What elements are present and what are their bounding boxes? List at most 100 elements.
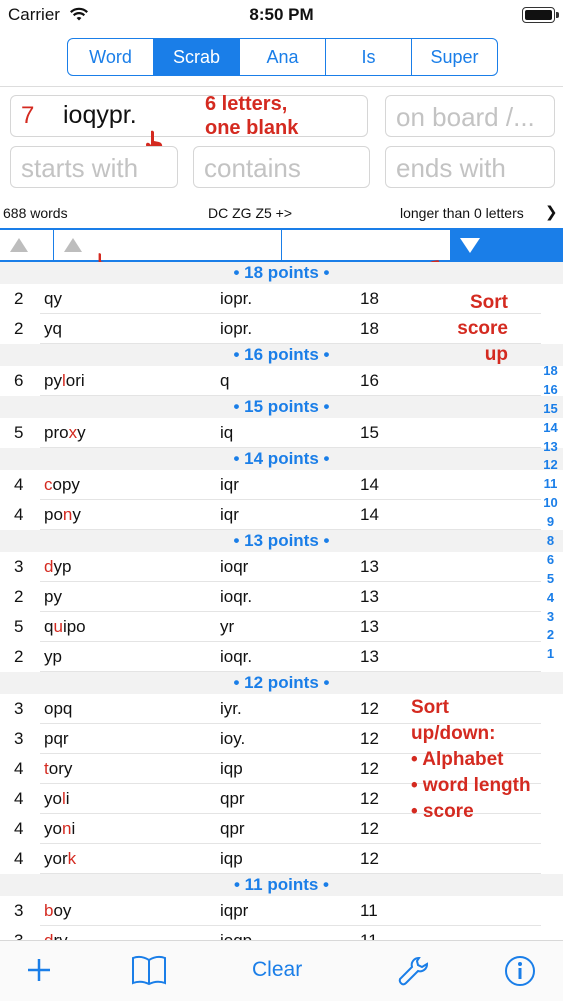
word: yoni <box>44 819 75 839</box>
score: 14 <box>360 505 379 524</box>
score: 18 <box>360 319 379 338</box>
sort-down-icon <box>460 238 480 253</box>
word: pony <box>44 505 81 525</box>
blanks-count: 3 <box>14 699 24 718</box>
section-index[interactable]: 18 16 15 14 13 12 11 10 9 8 6 5 4 3 2 1 <box>538 362 563 664</box>
index-item[interactable]: 14 <box>538 419 563 438</box>
index-item[interactable]: 16 <box>538 381 563 400</box>
word: yp <box>44 647 62 667</box>
sort-alpha-column[interactable] <box>53 230 282 260</box>
wrench-icon[interactable] <box>397 955 429 987</box>
index-item[interactable]: 13 <box>538 438 563 457</box>
note-line: score <box>457 318 508 339</box>
remaining-letters: iqr <box>220 475 239 494</box>
bottom-toolbar: Clear <box>0 940 563 1001</box>
blanks-count: 4 <box>14 759 24 778</box>
added-letter: n <box>62 505 73 524</box>
word-part: ipo <box>62 617 86 636</box>
word-part: yp <box>44 647 62 666</box>
sort-bar <box>0 228 563 262</box>
starts-with-input[interactable]: starts with <box>10 146 178 188</box>
index-item[interactable]: 12 <box>538 456 563 475</box>
battery-icon <box>522 7 559 23</box>
index-item[interactable]: 3 <box>538 608 563 627</box>
on-board-input[interactable]: on board /... <box>385 95 555 137</box>
dictionary-button[interactable]: DC ZG Z5 +> <box>208 205 292 221</box>
info-icon[interactable] <box>504 955 536 987</box>
index-item[interactable]: 1 <box>538 645 563 664</box>
index-item[interactable]: 4 <box>538 589 563 608</box>
word: dyp <box>44 557 71 577</box>
word-part: i <box>65 789 70 808</box>
sort-rest-column[interactable] <box>281 230 451 260</box>
mode-segmented-control[interactable]: Word Scrab Ana Is Super <box>67 38 498 76</box>
index-item[interactable]: 18 <box>538 362 563 381</box>
blanks-count: 4 <box>14 849 24 868</box>
list-item[interactable]: 2 py ioqr. 13 <box>0 582 563 612</box>
blanks-count: 2 <box>14 319 24 338</box>
letters-input[interactable]: 7 ioqypr. <box>10 95 368 137</box>
list-item[interactable]: 6 pylori q 16 <box>0 366 563 396</box>
book-icon[interactable] <box>131 954 167 986</box>
remaining-letters: iqp <box>220 759 243 778</box>
list-item[interactable]: 3 dyp ioqr 13 <box>0 552 563 582</box>
contains-input[interactable]: contains <box>193 146 370 188</box>
row-divider <box>40 671 541 672</box>
sort-updown-note: Sort up/down: • Alphabet • word length • sco… <box>411 695 531 825</box>
list-item[interactable]: 4 pony iqr 14 <box>0 500 563 530</box>
score: 11 <box>360 901 378 920</box>
remaining-letters: qpr <box>220 819 245 838</box>
list-item[interactable]: 3 boy iqpr 11 <box>0 896 563 926</box>
remaining-letters: qpr <box>220 789 245 808</box>
row-divider <box>40 873 541 874</box>
word: yq <box>44 319 62 339</box>
word: quipo <box>44 617 86 637</box>
segment-scrab[interactable]: Scrab <box>154 39 240 75</box>
list-item[interactable]: 2 yp ioqr. 13 <box>0 642 563 672</box>
index-item[interactable]: 9 <box>538 513 563 532</box>
score: 12 <box>360 759 379 778</box>
added-letter: c <box>44 475 53 494</box>
segment-is[interactable]: Is <box>326 39 412 75</box>
row-divider <box>40 447 541 448</box>
index-item[interactable]: 6 <box>538 551 563 570</box>
sort-count-column[interactable] <box>0 230 54 260</box>
list-item[interactable]: 5 proxy iq 15 <box>0 418 563 448</box>
added-letter: x <box>68 423 78 442</box>
length-filter-button[interactable]: longer than 0 letters <box>400 205 524 221</box>
segment-word[interactable]: Word <box>68 39 154 75</box>
index-item[interactable]: 5 <box>538 570 563 589</box>
note-line: Sort <box>470 292 508 313</box>
clear-button[interactable]: Clear <box>252 958 302 982</box>
section-header: • 11 points • <box>0 874 563 896</box>
word-part: po <box>44 505 63 524</box>
ends-with-input[interactable]: ends with <box>385 146 555 188</box>
list-item[interactable]: 4 copy iqr 14 <box>0 470 563 500</box>
score: 13 <box>360 617 379 636</box>
list-item[interactable]: 5 quipo yr 13 <box>0 612 563 642</box>
index-item[interactable]: 2 <box>538 626 563 645</box>
word: boy <box>44 901 71 921</box>
score: 13 <box>360 557 379 576</box>
word-part: yp <box>53 557 72 576</box>
word-part: py <box>44 587 62 606</box>
plus-icon[interactable] <box>26 957 52 983</box>
index-item[interactable]: 10 <box>538 494 563 513</box>
list-item[interactable]: 4 york iqp 12 <box>0 844 563 874</box>
segment-super[interactable]: Super <box>412 39 497 75</box>
note-line: Sort <box>411 697 449 718</box>
note-line: • word length <box>411 775 531 796</box>
status-bar: Carrier 8:50 PM <box>0 0 563 32</box>
index-item[interactable]: 11 <box>538 475 563 494</box>
blanks-count: 2 <box>14 647 24 666</box>
blanks-count: 4 <box>14 505 24 524</box>
sort-score-note: Sort score up <box>448 290 508 368</box>
segment-ana[interactable]: Ana <box>240 39 326 75</box>
index-item[interactable]: 15 <box>538 400 563 419</box>
blanks-count: 2 <box>14 289 24 308</box>
section-header: • 14 points • <box>0 448 563 470</box>
word: py <box>44 587 62 607</box>
word-part: py <box>44 371 62 390</box>
index-item[interactable]: 8 <box>538 532 563 551</box>
remaining-letters: ioqr. <box>220 647 253 666</box>
